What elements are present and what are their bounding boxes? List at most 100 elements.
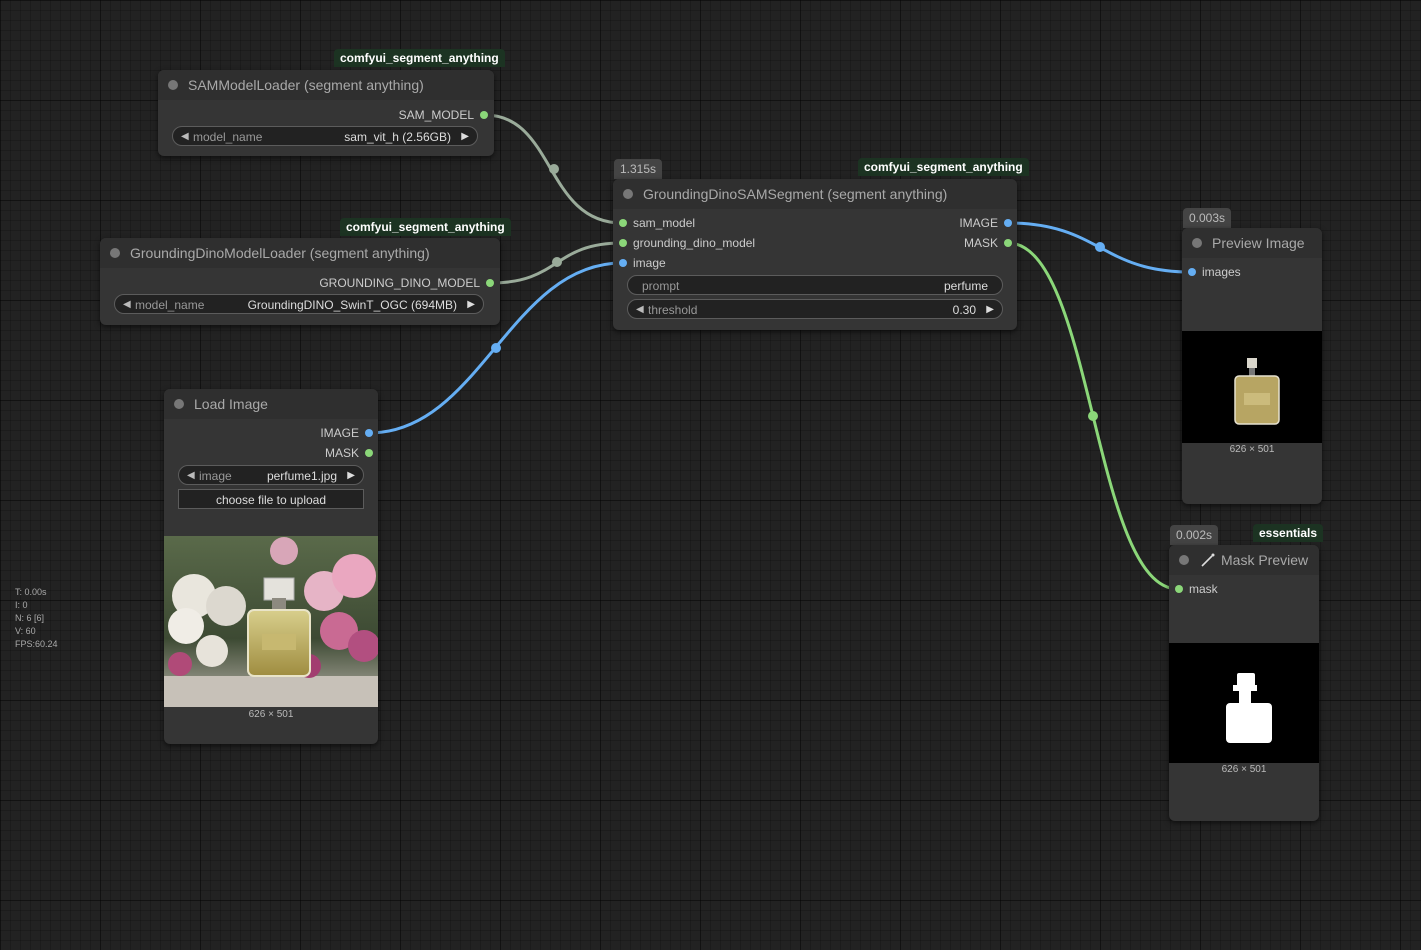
arrow-left-icon[interactable]: ◀ — [187, 466, 195, 486]
output-slot-image[interactable]: IMAGE — [320, 426, 373, 440]
widget-value: GroundingDINO_SwinT_OGC (694MB) — [247, 298, 457, 312]
input-label: images — [1202, 265, 1241, 279]
node-preview-image[interactable]: Preview Image images 626 × 501 — [1182, 228, 1322, 504]
widget-value: sam_vit_h (2.56GB) — [344, 130, 451, 144]
mask-image-preview — [1169, 643, 1319, 763]
arrow-right-icon[interactable]: ▶ — [467, 295, 475, 315]
model-name-combo[interactable]: ◀ model_name GroundingDINO_SwinT_OGC (69… — [114, 294, 484, 314]
widget-value: perfume1.jpg — [266, 469, 337, 483]
input-label: sam_model — [633, 216, 696, 230]
node-title: GroundingDinoModelLoader (segment anythi… — [130, 245, 430, 261]
stat-time: T: 0.00s — [15, 587, 47, 597]
node-grounding-dino-sam-segment[interactable]: GroundingDinoSAMSegment (segment anythin… — [613, 179, 1017, 330]
upload-button[interactable]: choose file to upload — [178, 489, 364, 509]
render-stats: T: 0.00s I: 0 N: 6 [6] V: 60 FPS:60.24 — [15, 586, 58, 651]
widget-value: perfume — [943, 279, 988, 293]
node-title-bar[interactable]: GroundingDinoSAMSegment (segment anythin… — [613, 179, 1017, 209]
node-badge: comfyui_segment_anything — [340, 218, 511, 236]
collapse-dot-icon[interactable] — [623, 189, 633, 199]
node-badge: comfyui_segment_anything — [334, 49, 505, 67]
input-slot-image[interactable]: image — [619, 256, 666, 270]
arrow-left-icon[interactable]: ◀ — [636, 300, 644, 320]
link-dino-model-midpoint[interactable] — [552, 257, 562, 267]
node-title-bar[interactable]: Load Image — [164, 389, 378, 419]
input-label: grounding_dino_model — [633, 236, 756, 250]
segmented-image-preview — [1182, 331, 1322, 443]
stat-visible: V: 60 — [15, 626, 36, 636]
link-segment-mask[interactable] — [1007, 241, 1179, 591]
execution-time-badge: 0.003s — [1183, 208, 1232, 228]
collapse-dot-icon[interactable] — [1192, 238, 1202, 248]
widget-value: 0.30 — [952, 303, 976, 317]
stat-nodes: N: 6 [6] — [15, 613, 45, 623]
output-slot-mask[interactable]: MASK — [964, 236, 1012, 250]
input-pin-icon[interactable] — [619, 259, 627, 267]
threshold-number-widget[interactable]: ◀ threshold 0.30 ▶ — [627, 299, 1003, 319]
output-slot-grounding-dino-model[interactable]: GROUNDING_DINO_MODEL — [319, 276, 494, 290]
node-title-bar[interactable]: Mask Preview — [1169, 545, 1319, 575]
output-pin-icon[interactable] — [1004, 239, 1012, 247]
arrow-right-icon[interactable]: ▶ — [461, 127, 469, 147]
prompt-text-widget[interactable]: prompt perfume — [627, 275, 1003, 295]
stat-iterations: I: 0 — [15, 600, 28, 610]
collapse-dot-icon[interactable] — [1179, 555, 1189, 565]
node-sam-model-loader[interactable]: SAMModelLoader (segment anything) SAM_MO… — [158, 70, 494, 156]
image-size-label: 626 × 501 — [1221, 764, 1267, 775]
collapse-dot-icon[interactable] — [174, 399, 184, 409]
node-mask-preview[interactable]: Mask Preview mask 626 × 501 — [1169, 545, 1319, 821]
widget-name: threshold — [648, 303, 698, 317]
link-load-image-midpoint[interactable] — [491, 343, 501, 353]
link-segment-image-midpoint[interactable] — [1095, 242, 1105, 252]
node-title-bar[interactable]: SAMModelLoader (segment anything) — [158, 70, 494, 100]
output-slot-image[interactable]: IMAGE — [959, 216, 1012, 230]
collapse-dot-icon[interactable] — [110, 248, 120, 258]
node-title-bar[interactable]: Preview Image — [1182, 228, 1322, 258]
output-slot-mask[interactable]: MASK — [325, 446, 373, 460]
widget-name: model_name — [135, 298, 205, 312]
input-slot-images[interactable]: images — [1188, 265, 1241, 279]
input-pin-icon[interactable] — [619, 239, 627, 247]
link-sam-model[interactable] — [484, 113, 623, 225]
arrow-left-icon[interactable]: ◀ — [181, 127, 189, 147]
arrow-right-icon[interactable]: ▶ — [986, 300, 994, 320]
node-load-image[interactable]: Load Image IMAGE MASK ◀ image perfume1.j… — [164, 389, 378, 744]
node-title-bar[interactable]: GroundingDinoModelLoader (segment anythi… — [100, 238, 500, 268]
output-pin-icon[interactable] — [1004, 219, 1012, 227]
output-pin-icon[interactable] — [480, 111, 488, 119]
input-label: mask — [1189, 582, 1218, 596]
link-sam-model-midpoint[interactable] — [549, 164, 559, 174]
node-title: Preview Image — [1212, 235, 1305, 251]
input-pin-icon[interactable] — [1188, 268, 1196, 276]
arrow-left-icon[interactable]: ◀ — [123, 295, 131, 315]
link-segment-mask-midpoint[interactable] — [1088, 411, 1098, 421]
execution-time-badge: 1.315s — [614, 159, 663, 179]
input-slot-mask[interactable]: mask — [1175, 582, 1218, 596]
image-combo[interactable]: ◀ image perfume1.jpg ▶ — [178, 465, 364, 485]
collapse-dot-icon[interactable] — [168, 80, 178, 90]
output-pin-icon[interactable] — [365, 449, 373, 457]
model-name-combo[interactable]: ◀ model_name sam_vit_h (2.56GB) ▶ — [172, 126, 478, 146]
input-label: image — [633, 256, 666, 270]
execution-time-badge: 0.002s — [1170, 525, 1219, 545]
node-title: GroundingDinoSAMSegment (segment anythin… — [643, 186, 948, 202]
perfume-photo-thumbnail — [164, 536, 378, 707]
node-grounding-dino-loader[interactable]: GroundingDinoModelLoader (segment anythi… — [100, 238, 500, 325]
output-pin-icon[interactable] — [486, 279, 494, 287]
input-pin-icon[interactable] — [619, 219, 627, 227]
input-slot-sam-model[interactable]: sam_model — [619, 216, 696, 230]
input-pin-icon[interactable] — [1175, 585, 1183, 593]
output-pin-icon[interactable] — [365, 429, 373, 437]
output-slot-sam-model[interactable]: SAM_MODEL — [398, 108, 488, 122]
node-badge: comfyui_segment_anything — [858, 158, 1029, 176]
output-label: GROUNDING_DINO_MODEL — [319, 276, 480, 290]
node-title: Mask Preview — [1221, 552, 1309, 568]
wand-icon — [1201, 553, 1215, 567]
link-segment-image[interactable] — [1007, 221, 1192, 274]
input-slot-grounding-dino-model[interactable]: grounding_dino_model — [619, 236, 756, 250]
link-dino-model[interactable] — [490, 241, 623, 285]
output-label: IMAGE — [959, 216, 998, 230]
arrow-right-icon[interactable]: ▶ — [347, 466, 355, 486]
node-badge: essentials — [1253, 524, 1324, 542]
widget-name: model_name — [193, 130, 263, 144]
output-label: SAM_MODEL — [398, 108, 474, 122]
